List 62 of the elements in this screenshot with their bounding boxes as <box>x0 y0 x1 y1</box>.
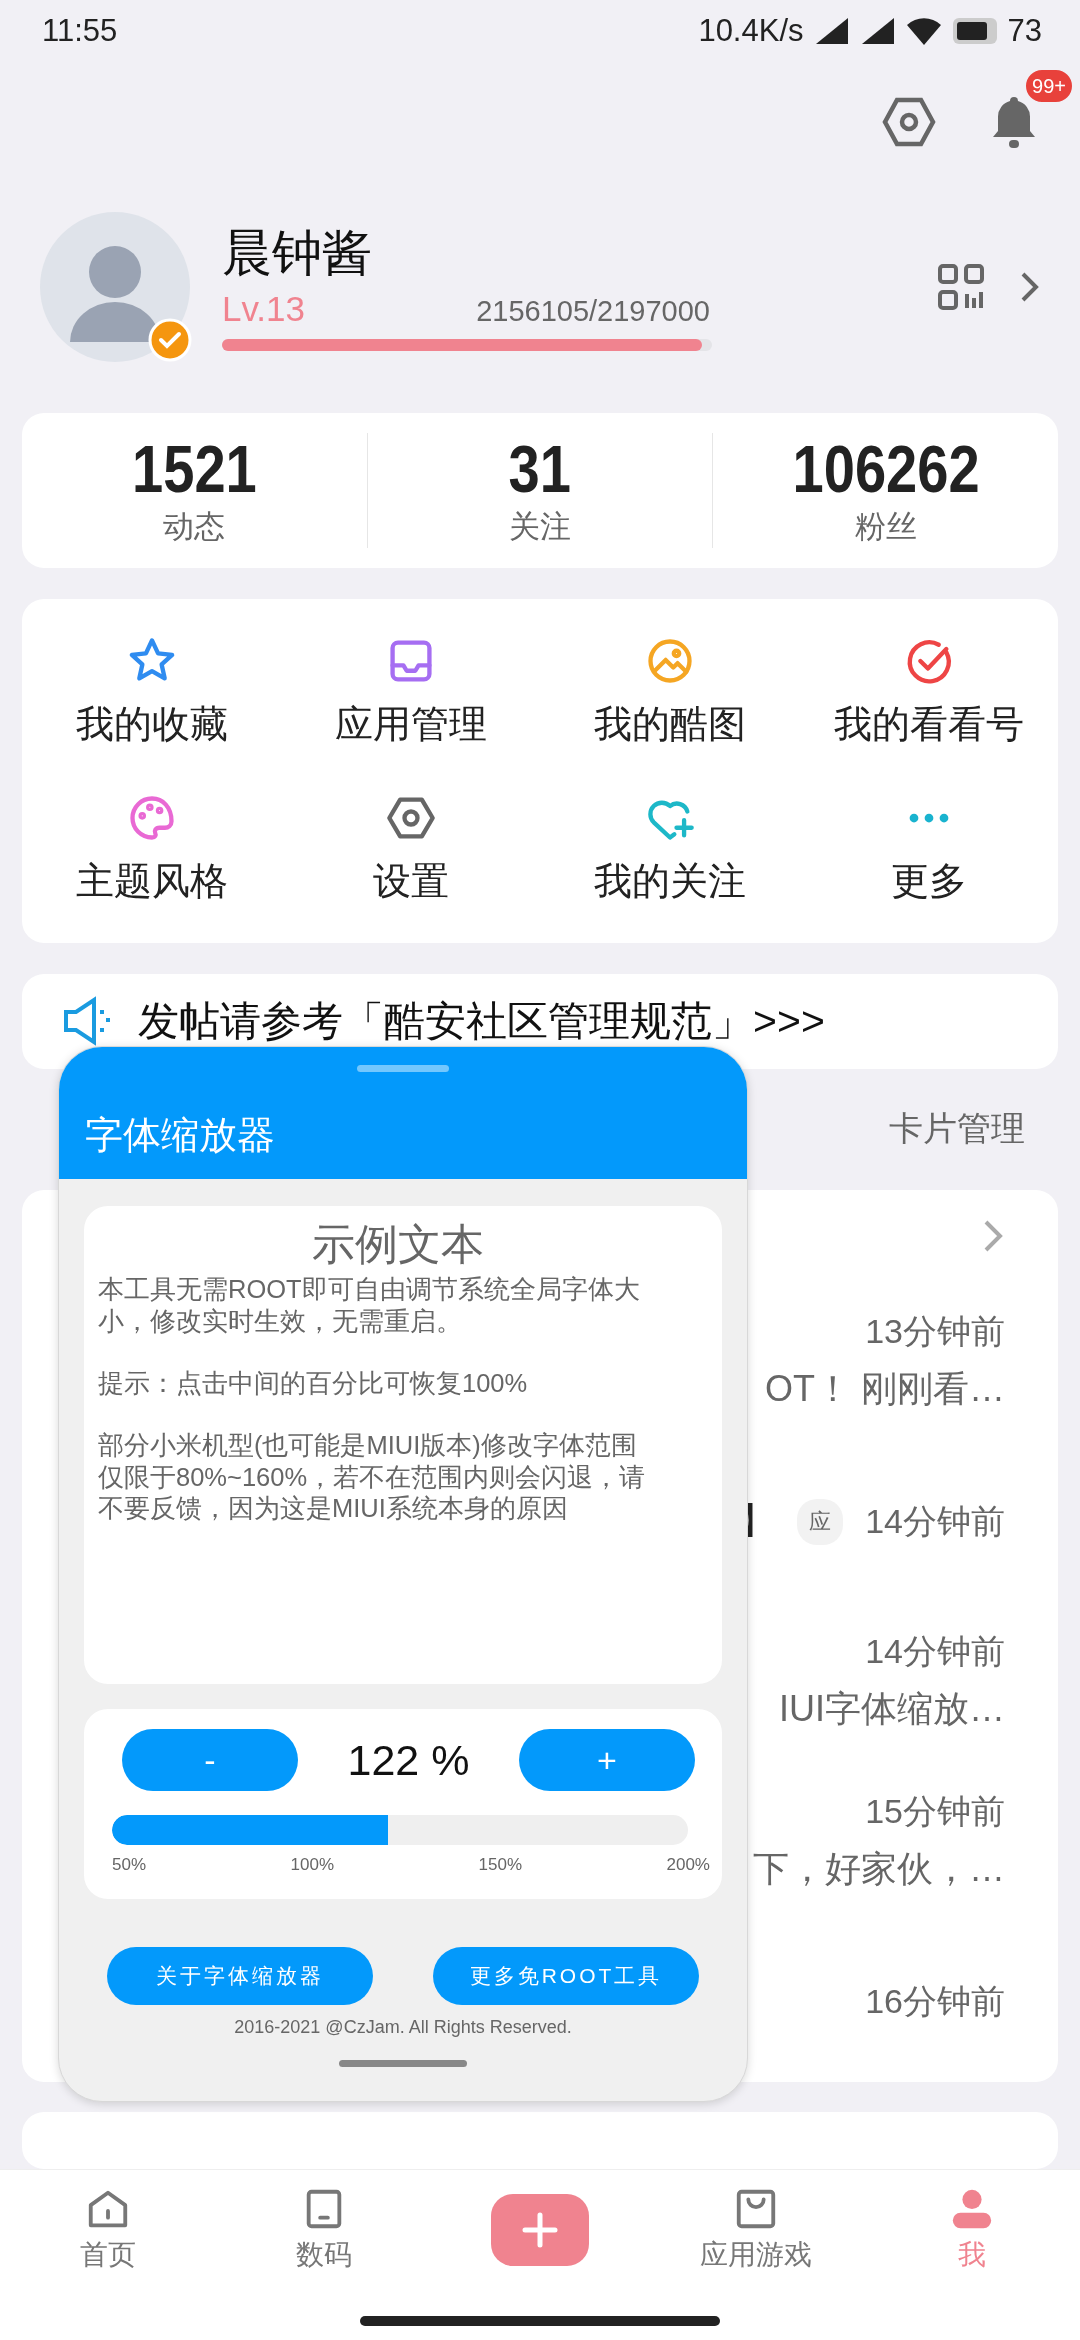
post-time: 13分钟前 <box>865 1311 1005 1352</box>
avatar[interactable] <box>40 212 190 363</box>
tick-label: 150% <box>478 1855 522 1875</box>
chevron-icon[interactable] <box>983 1218 1005 1253</box>
shortcut-label[interactable]: 主题风格 <box>75 855 228 907</box>
tick-label: 50% <box>112 1855 147 1875</box>
stat-label[interactable]: 关注 <box>509 505 571 548</box>
tag-label: 应 <box>797 1498 844 1545</box>
drag-handle[interactable] <box>339 2060 467 2067</box>
tick-label: 100% <box>290 1855 334 1875</box>
sample-paragraph: 部分小米机型(也可能是MIUI版本)修改字体范围仅限于80%~160%，若不在范围内则会闪退，请不要反馈，因为这是MIUI系统本身的原因 <box>98 1429 647 1525</box>
post-title[interactable]: 下，好家伙，… <box>753 1845 1005 1894</box>
decrease-button[interactable]: - <box>122 1729 298 1791</box>
post-title[interactable]: IUI字体缩放… <box>779 1685 1005 1734</box>
dialog-button[interactable]: 更多免ROOT工具 <box>433 1947 699 2005</box>
shortcut-label[interactable]: 我的酷图 <box>593 698 746 750</box>
experience-points: 2156105/2197000 <box>476 295 710 329</box>
settings-icon[interactable] <box>882 96 936 147</box>
dialog-button[interactable]: 关于字体缩放器 <box>107 1947 373 2005</box>
battery-level: 73 <box>1007 12 1042 49</box>
stat-value[interactable]: 1521 <box>131 433 257 506</box>
notification-badge: 99+ <box>1024 67 1074 104</box>
nav-tab[interactable]: 首页 <box>0 2170 216 2290</box>
network-speed: 10.4K/s <box>698 12 804 49</box>
shortcut-label[interactable]: 我的关注 <box>593 855 746 907</box>
nav-tab[interactable]: 应用游戏 <box>648 2170 864 2290</box>
qr-code-icon[interactable] <box>938 264 984 311</box>
add-button[interactable] <box>491 2194 589 2266</box>
copyright-text: 2016-2021 @CzJam. All Rights Reserved. <box>233 2017 573 2038</box>
wifi-icon <box>905 15 942 46</box>
sample-paragraph: 提示：点击中间的百分比可恢复100% <box>98 1367 529 1399</box>
increase-button[interactable]: + <box>519 1729 695 1791</box>
shortcut-label[interactable]: 设置 <box>372 855 449 907</box>
sample-paragraph: 本工具无需ROOT即可自由调节系统全局字体大小，修改实时生效，无需重启。 <box>98 1274 641 1337</box>
post-time: 14分钟前 <box>865 1631 1005 1672</box>
shortcut-label[interactable]: 应用管理 <box>334 698 487 750</box>
post-time: 15分钟前 <box>865 1791 1005 1832</box>
stat-value[interactable]: 106262 <box>792 433 980 506</box>
stat-value[interactable]: 31 <box>508 433 572 506</box>
tick-label: 200% <box>666 1855 710 1875</box>
plus-icon <box>520 2210 560 2250</box>
shortcut-label[interactable]: 更多 <box>890 855 967 907</box>
scale-bar[interactable] <box>112 1815 688 1845</box>
stat-label[interactable]: 粉丝 <box>854 505 917 548</box>
shortcut-label[interactable]: 我的收藏 <box>75 698 228 750</box>
stat-label[interactable]: 动态 <box>163 505 226 548</box>
sample-title: 示例文本 <box>310 1219 485 1270</box>
user-name: 晨钟酱 <box>222 224 373 284</box>
card-manage-link[interactable]: 卡片管理 <box>889 1106 1025 1153</box>
battery-icon <box>951 16 998 45</box>
scale-value[interactable]: 122 % <box>347 1735 470 1785</box>
status-time: 11:55 <box>42 12 118 49</box>
nav-tab[interactable]: 数码 <box>216 2170 432 2290</box>
dialog-title: 字体缩放器 <box>85 1113 276 1158</box>
post-title[interactable]: OT！ 刚刚看… <box>765 1365 1005 1414</box>
shortcut-label[interactable]: 我的看看号 <box>833 698 1024 750</box>
user-level: Lv.13 <box>222 289 306 330</box>
post-time: 16分钟前 <box>865 1980 1005 2022</box>
chevron-icon[interactable] <box>1020 271 1040 304</box>
post-time: 14分钟前 <box>865 1500 1005 1542</box>
notice-text: 发帖请参考「酷安社区管理规范」>>> <box>138 996 825 1046</box>
drag-handle[interactable] <box>357 1065 449 1072</box>
